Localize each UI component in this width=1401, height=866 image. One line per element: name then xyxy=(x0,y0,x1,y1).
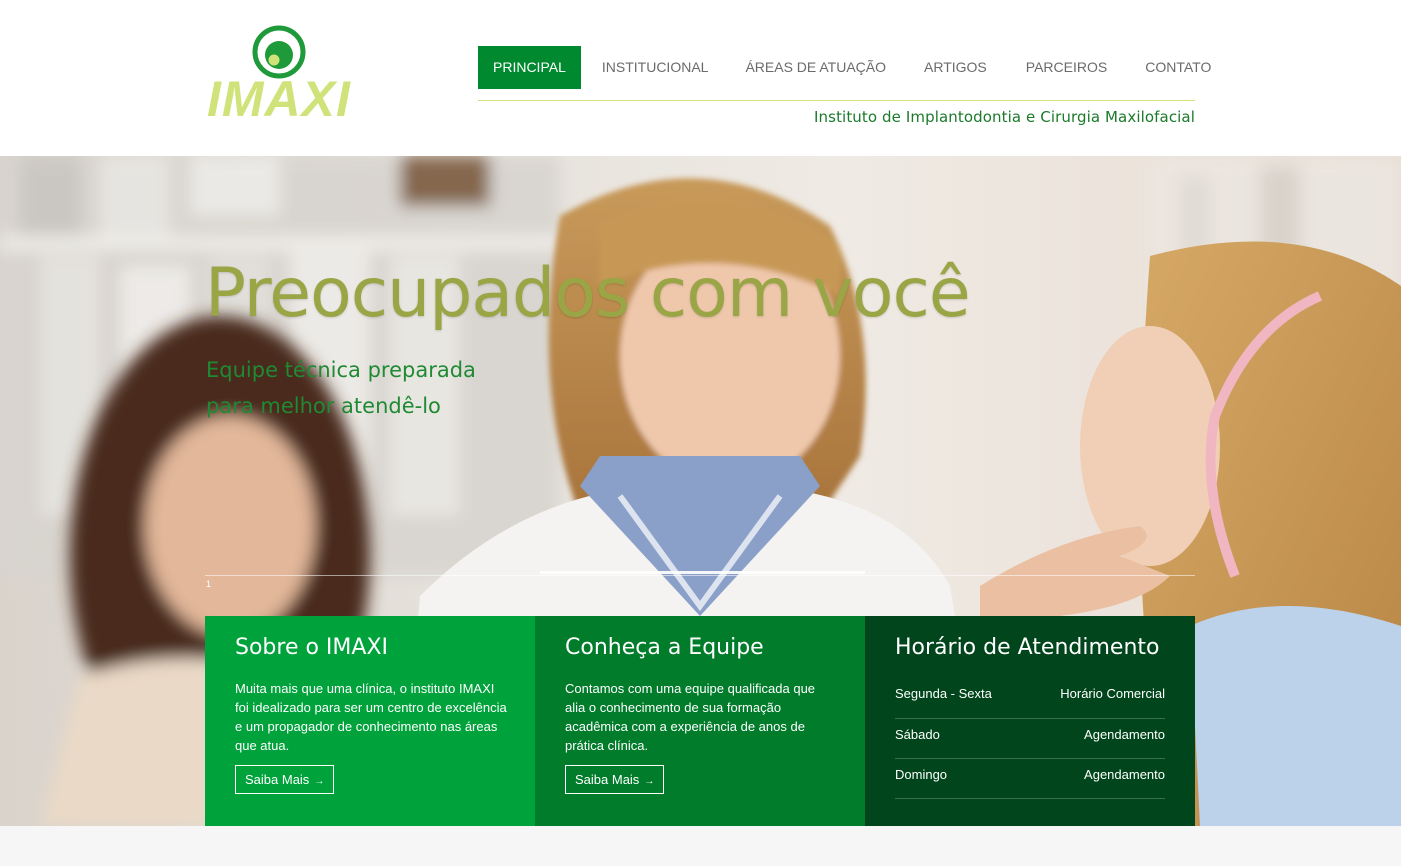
about-saiba-mais-button[interactable]: Saiba Mais → xyxy=(235,765,335,794)
hours-day: Sábado xyxy=(895,727,940,742)
about-text: Muita mais que uma clínica, o instituto … xyxy=(235,681,507,753)
nav-item-institucional[interactable]: INSTITUCIONAL xyxy=(588,46,723,89)
site-tagline: Instituto de Implantodontia e Cirurgia M… xyxy=(814,108,1195,126)
hours-value: Agendamento xyxy=(1084,727,1165,742)
arrow-right-icon: → xyxy=(314,776,325,787)
imaxi-logo[interactable]: IMAXI xyxy=(205,22,370,126)
hours-value: Horário Comercial xyxy=(1060,686,1165,701)
nav-item-contato[interactable]: CONTATO xyxy=(1130,46,1226,89)
hours-box: Horário de Atendimento Segunda - Sexta H… xyxy=(865,616,1195,826)
about-title: Sobre o IMAXI xyxy=(235,635,389,660)
team-title: Conheça a Equipe xyxy=(565,635,764,660)
page-footer-strip xyxy=(0,826,1401,866)
logo-wordmark: IMAXI xyxy=(207,71,351,127)
hours-row: Domingo Agendamento xyxy=(895,759,1165,799)
team-button-label: Saiba Mais xyxy=(575,772,640,787)
nav-item-principal[interactable]: PRINCIPAL xyxy=(478,46,581,89)
slide-number: 1 xyxy=(206,579,212,589)
arrow-right-icon: → xyxy=(644,776,655,787)
hours-day: Domingo xyxy=(895,767,948,782)
hours-value: Agendamento xyxy=(1084,767,1165,782)
nav-divider xyxy=(478,100,1195,101)
team-box: Conheça a Equipe Contamos com uma equipe… xyxy=(535,616,865,826)
main-nav: PRINCIPAL INSTITUCIONAL ÁREAS DE ATUAÇÃO… xyxy=(478,46,1233,89)
nav-item-parceiros[interactable]: PARCEIROS xyxy=(1010,46,1123,89)
hero-title: Preocupados com você xyxy=(205,254,971,333)
hours-row: Segunda - Sexta Horário Comercial xyxy=(895,679,1165,719)
site-header: IMAXI PRINCIPAL INSTITUCIONAL ÁREAS DE A… xyxy=(0,0,1401,156)
hours-day: Segunda - Sexta xyxy=(895,686,992,701)
team-text: Contamos com uma equipe qualificada que … xyxy=(565,681,816,753)
slider-progress-bar xyxy=(540,571,865,574)
nav-item-artigos[interactable]: ARTIGOS xyxy=(908,46,1003,89)
hours-table: Segunda - Sexta Horário Comercial Sábado… xyxy=(895,679,1165,799)
hero-slider[interactable]: Preocupados com você Equipe técnica prep… xyxy=(0,156,1401,826)
about-box: Sobre o IMAXI Muita mais que uma clínica… xyxy=(205,616,535,826)
nav-item-areas-de-atuacao[interactable]: ÁREAS DE ATUAÇÃO xyxy=(729,46,901,89)
info-boxes: Sobre o IMAXI Muita mais que uma clínica… xyxy=(205,616,1195,826)
hours-row: Sábado Agendamento xyxy=(895,719,1165,759)
about-button-label: Saiba Mais xyxy=(245,772,310,787)
hero-subtitle: Equipe técnica preparada para melhor ate… xyxy=(206,358,476,418)
slider-track[interactable] xyxy=(205,575,1195,576)
team-saiba-mais-button[interactable]: Saiba Mais → xyxy=(565,765,665,794)
hours-title: Horário de Atendimento xyxy=(895,635,1160,660)
